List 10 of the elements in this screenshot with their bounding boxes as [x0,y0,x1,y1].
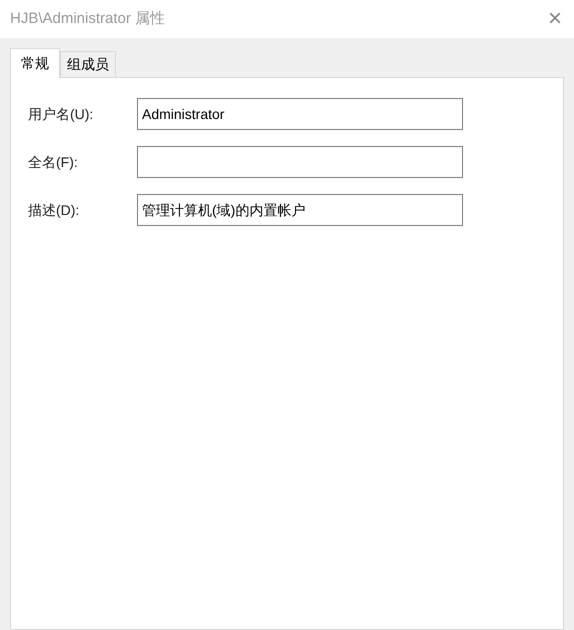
tab[interactable]: 常规 [10,48,60,78]
input-field[interactable]: 管理计算机(域)的内置帐户 [137,194,463,226]
window-title: HJB\Administrator 属性 [10,8,166,29]
field-label: 描述(D): [28,200,80,220]
close-button[interactable]: × [548,7,562,31]
field-label: 用户名(U): [28,104,94,124]
field-label: 全名(F): [28,152,79,172]
tab[interactable]: 组成员 [60,51,116,77]
input-field[interactable]: Administrator [137,98,463,130]
input-field[interactable] [137,146,463,178]
